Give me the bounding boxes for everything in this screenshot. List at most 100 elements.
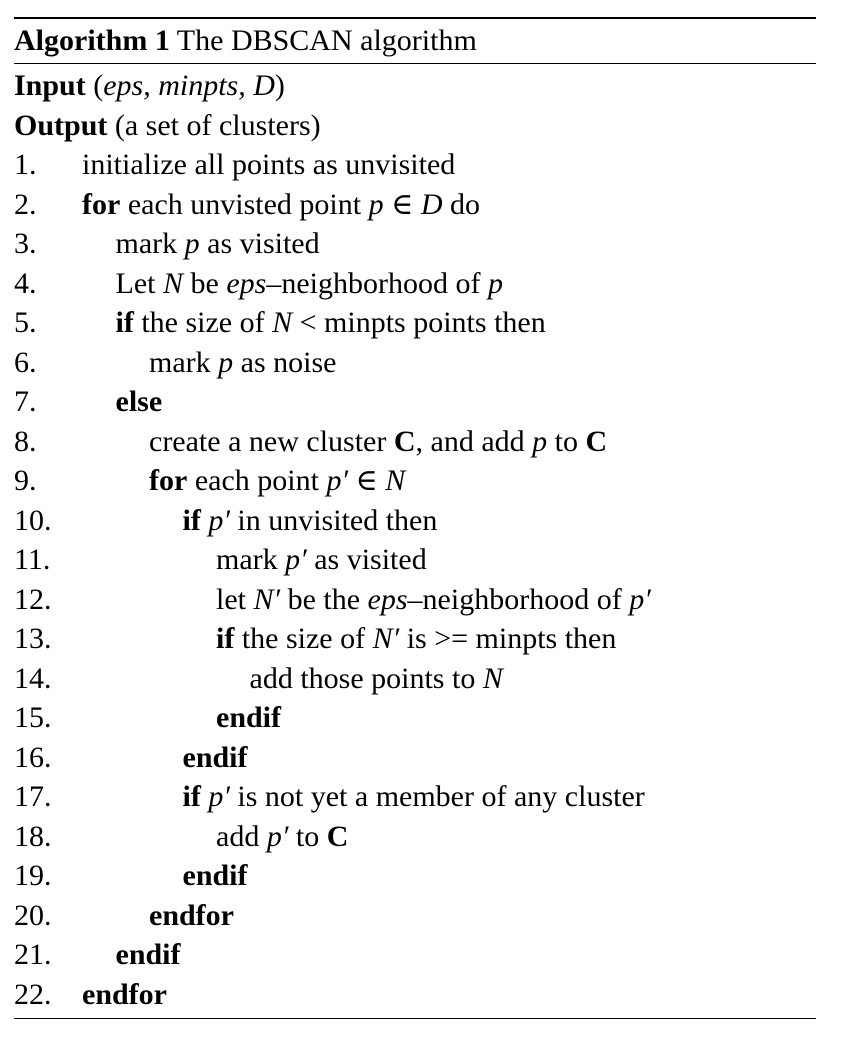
algorithm-line: 13. if the size of N′ is >= minpts then [14, 619, 816, 659]
io-keyword: Output [14, 108, 108, 142]
code-text: is >= minpts then [399, 622, 617, 655]
algorithm-title: The DBSCAN algorithm [176, 24, 477, 57]
line-number: 11. [14, 543, 51, 576]
line-number: 22. [14, 977, 52, 1011]
algorithm-body: Input (eps, minpts, D) Output (a set of c… [14, 64, 816, 1014]
line-code: let N′ be the eps–neighborhood of p′ [216, 580, 651, 620]
line-number: 1. [14, 148, 37, 181]
code-text: mark [115, 227, 185, 260]
algorithm-caption: Algorithm 1 The DBSCAN algorithm [14, 19, 816, 63]
keyword: endif [182, 859, 248, 892]
code-text: do [442, 187, 480, 221]
algorithm-line: 14. add those points to N [14, 659, 816, 699]
line-code: if the size of N′ is >= minpts then [216, 619, 616, 659]
line-number: 14. [14, 661, 52, 695]
line-code: if the size of N < minpts points then [116, 303, 546, 343]
algorithm-line: 15. endif [14, 698, 816, 738]
bottom-rule [14, 1018, 816, 1019]
line-code: for each unvisted point p ∈ D do [82, 185, 480, 225]
algorithm-line: 22. endfor [14, 975, 816, 1015]
line-number: 3. [14, 227, 37, 260]
math-symbol: p′ [629, 582, 651, 616]
algorithm-line: 12. let N′ be the eps–neighborhood of p′ [14, 580, 816, 620]
keyword: if [115, 306, 134, 339]
code-text: be the [280, 582, 368, 616]
code-text: in unvisited then [229, 503, 438, 537]
line-number: 10. [14, 503, 52, 537]
math-symbol: p [218, 345, 234, 379]
math-symbol: p′ [208, 503, 230, 537]
code-text: each unvisted point [120, 187, 369, 221]
code-text: , and add [415, 424, 533, 458]
keyword: endfor [82, 977, 167, 1011]
code-text: as noise [233, 345, 337, 379]
code-text: create a new cluster [149, 424, 394, 458]
algorithm-line: 6. mark p as noise [14, 343, 816, 383]
math-symbol: N [272, 306, 293, 339]
line-number: 18. [14, 819, 52, 853]
line-code: for each point p′ ∈ N [149, 461, 405, 501]
line-code: if p′ in unvisited then [183, 501, 438, 541]
keyword: C [393, 424, 416, 458]
algorithm-line: 17. if p′ is not yet a member of any clus… [14, 777, 816, 817]
math-symbol: D [420, 187, 443, 221]
code-text: each point [187, 464, 327, 497]
input-line: Input (eps, minpts, D) [14, 66, 816, 106]
line-code: mark p′ as visited [216, 540, 427, 580]
algorithm-line: 7. else [14, 382, 816, 422]
line-code: else [116, 382, 163, 422]
code-text: the size of [133, 306, 273, 339]
math-symbol: p′ [285, 543, 307, 576]
code-text: (a set of clusters) [107, 108, 321, 142]
code-text: to [288, 819, 327, 853]
algorithm-line: 19. endif [14, 856, 816, 896]
math-symbol: p [184, 227, 200, 260]
code-text: is not yet a member of any cluster [229, 780, 645, 813]
code-text: add [216, 819, 267, 853]
line-code: endfor [82, 975, 167, 1015]
output-line: Output (a set of clusters) [14, 106, 816, 146]
line-number: 8. [14, 424, 37, 458]
algorithm-line: 11. mark p′ as visited [14, 540, 816, 580]
line-number: 5. [14, 306, 37, 339]
keyword: for [82, 187, 121, 221]
code-text: be [183, 266, 227, 300]
line-code: endfor [149, 896, 234, 936]
math-symbol: p [368, 187, 384, 221]
math-symbol: N [162, 266, 183, 300]
algorithm-line: 1. initialize all points as unvisited [14, 145, 816, 185]
keyword: if [182, 503, 201, 537]
math-symbol: eps [226, 266, 267, 300]
keyword: if [216, 622, 235, 655]
line-number: 21. [14, 938, 52, 971]
line-code: endif [183, 856, 248, 896]
line-code: initialize all points as unvisited [82, 145, 455, 185]
code-text: initialize all points as unvisited [82, 148, 456, 181]
keyword: endif [216, 701, 282, 734]
algorithm-line: 4. Let N be eps–neighborhood of p [14, 264, 816, 304]
line-code: endif [216, 698, 281, 738]
line-number: 20. [14, 898, 52, 932]
algorithm-line: 3. mark p as visited [14, 224, 816, 264]
keyword: if [182, 780, 201, 813]
line-number: 6. [14, 345, 37, 379]
keyword: for [149, 464, 188, 497]
code-text: ∈ [348, 464, 386, 497]
math-symbol: p [487, 266, 503, 300]
algorithm-line: 2. for each unvisted point p ∈ D do [14, 185, 816, 225]
keyword: else [115, 385, 163, 418]
code-text: Let [115, 266, 163, 300]
algorithm-line: 9. for each point p′ ∈ N [14, 461, 816, 501]
code-text: as visited [306, 543, 427, 576]
code-text: add those points to [249, 661, 483, 695]
line-code: mark p as visited [116, 224, 320, 264]
math-symbol: N [385, 464, 406, 497]
code-text: mark [216, 543, 286, 576]
line-number: 9. [14, 464, 37, 497]
algorithm-line: 18. add p′ to C [14, 817, 816, 857]
keyword: endif [115, 938, 181, 971]
line-code: if p′ is not yet a member of any cluster [183, 777, 645, 817]
line-code: mark p as noise [149, 343, 336, 383]
line-number: 15. [14, 701, 52, 734]
code-text: ) [274, 69, 285, 102]
